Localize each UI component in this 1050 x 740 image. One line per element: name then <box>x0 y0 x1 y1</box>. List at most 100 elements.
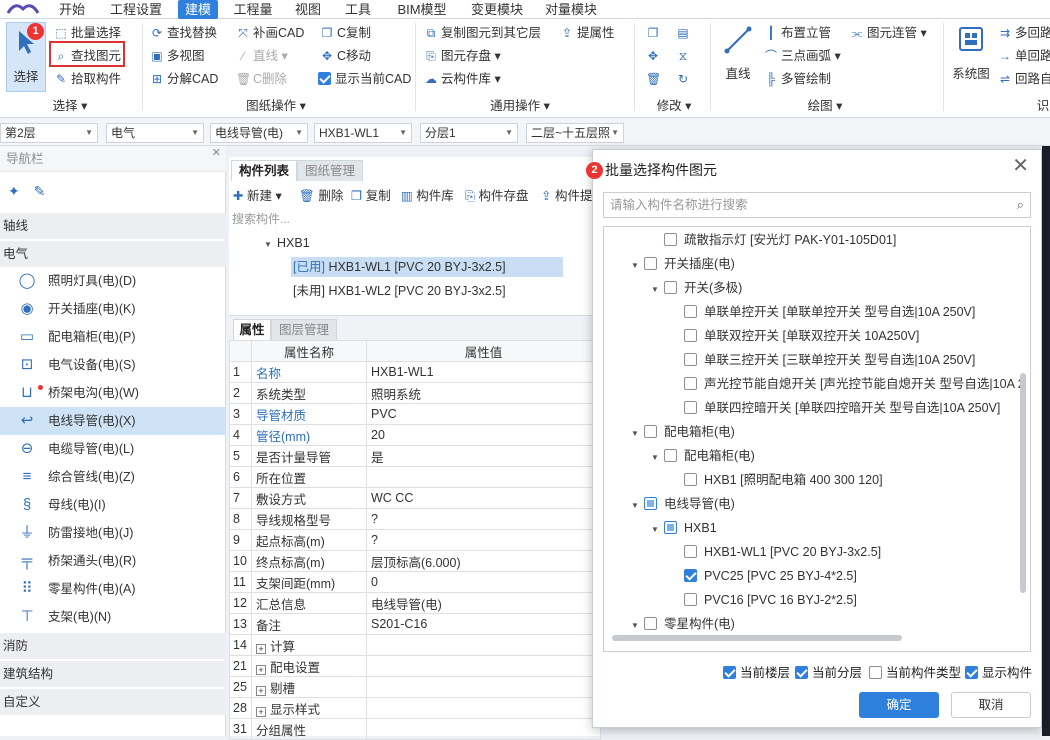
dialog-search-input[interactable]: 请输入构件名称进行搜索 ⌕ <box>603 192 1031 218</box>
tab-component-list[interactable]: 构件列表 <box>231 160 297 181</box>
patch-cad-button[interactable]: ⤧ 补画CAD <box>236 23 304 43</box>
nav-cat-axis[interactable]: 轴线 <box>0 213 226 239</box>
nav-item-lightning-ground[interactable]: ⏚ 防雷接地(电)(J) <box>0 519 226 547</box>
checkbox[interactable] <box>684 353 697 366</box>
c-copy-button[interactable]: ❐ C复制 <box>320 23 371 43</box>
table-row[interactable]: 9 起点标高(m)? <box>229 529 601 551</box>
find-element-button[interactable]: ⌕ 查找图元 <box>54 46 121 66</box>
ok-button[interactable]: 确定 <box>859 692 939 718</box>
checkbox[interactable] <box>869 666 882 679</box>
nav-cat-structure[interactable]: 建筑结构 <box>0 661 226 687</box>
nav-cat-fire[interactable]: 消防 <box>0 633 226 659</box>
group-label-common[interactable]: 通用操作 ▾ <box>480 97 560 115</box>
draw-line-big-button[interactable]: 直线 <box>718 25 758 82</box>
multi-circuit-button[interactable]: ⇉ 多回路 <box>998 23 1050 43</box>
collapse-icon[interactable]: ▼ <box>630 495 640 517</box>
tree-root[interactable]: ▼ HXB1 <box>263 233 310 253</box>
expand-icon[interactable]: + <box>256 685 266 696</box>
collapse-icon[interactable]: ▼ <box>630 615 640 637</box>
nav-item-electric-device[interactable]: ⊡ 电气设备(电)(S) <box>0 351 226 379</box>
horizontal-scrollbar[interactable] <box>612 635 902 641</box>
tab-drawing-management[interactable]: 图纸管理 <box>297 160 363 181</box>
straight-line-button[interactable]: ∕ 直线 ▾ <box>236 46 288 66</box>
table-row[interactable]: 31 分组属性 <box>229 718 601 740</box>
menu-start[interactable]: 开始 <box>52 0 92 19</box>
group-label-modify[interactable]: 修改 ▾ <box>644 97 704 115</box>
modify-doc-button[interactable]: ▤ <box>676 23 693 43</box>
table-row[interactable]: 12 汇总信息 电线导管(电) <box>229 592 601 614</box>
batch-select-button[interactable]: ⬚ 批量选择 <box>54 23 121 43</box>
table-row[interactable]: 10 终点标高(m) 层顶标高(6.000) <box>229 550 601 572</box>
nav-item-lighting[interactable]: ◯ 照明灯具(电)(D) <box>0 267 226 295</box>
nav-cat-custom[interactable]: 自定义 <box>0 689 226 715</box>
checkbox-checked[interactable] <box>684 569 697 582</box>
multi-pipe-draw-button[interactable]: ╠ 多管绘制 <box>764 69 831 89</box>
table-row[interactable]: 4 管径(mm) 20 <box>229 424 601 446</box>
close-icon[interactable]: ✕ <box>1012 156 1029 176</box>
menu-view[interactable]: 视图 <box>290 0 326 19</box>
pick-component-button[interactable]: ✎ 拾取构件 <box>54 69 121 89</box>
table-row[interactable]: 14 + 计算 <box>229 634 601 656</box>
option-current-sublayer[interactable]: 当前分层 <box>795 664 862 682</box>
group-label-recognize[interactable]: 识 <box>1036 97 1050 115</box>
menu-bim-model[interactable]: BIM模型 <box>390 0 454 19</box>
discipline-select[interactable]: 电气 ▼ <box>106 123 204 143</box>
floor-select[interactable]: 第2层 ▼ <box>0 123 98 143</box>
floor-range-select[interactable]: 二层~十五层照 ▼ <box>526 123 624 143</box>
nav-item-switch-socket[interactable]: ◉ 开关插座(电)(K) <box>0 295 226 323</box>
table-row[interactable]: 6 所在位置 <box>229 466 601 488</box>
collapse-icon[interactable]: ▼ <box>630 255 640 277</box>
menu-project-settings[interactable]: 工程设置 <box>104 0 168 19</box>
single-circuit-button[interactable]: → 单回路 <box>998 46 1050 66</box>
checkbox-partial[interactable] <box>664 521 677 534</box>
nav-item-tray-tee[interactable]: ╤ 桥架通头(电)(R) <box>0 547 226 575</box>
tree-node[interactable]: ▼ 零星构件(电) <box>630 613 735 635</box>
checkbox[interactable] <box>684 329 697 342</box>
cancel-button[interactable]: 取消 <box>951 692 1031 718</box>
edit-icon[interactable]: ✎ <box>34 183 46 199</box>
find-replace-button[interactable]: ⟳ 查找替换 <box>150 23 217 43</box>
multi-view-button[interactable]: ▣ 多视图 <box>150 46 204 66</box>
nav-item-busbar[interactable]: § 母线(电)(I) <box>0 491 226 519</box>
checkbox[interactable] <box>644 425 657 438</box>
component-search-input[interactable]: 搜索构件... <box>232 210 290 227</box>
checkbox[interactable] <box>684 401 697 414</box>
menu-change-module[interactable]: 变更模块 <box>466 0 528 19</box>
option-current-floor[interactable]: 当前楼层 <box>723 664 790 682</box>
menu-reconcile-module[interactable]: 对量模块 <box>540 0 602 19</box>
nav-item-cable-conduit[interactable]: ⊖ 电缆导管(电)(L) <box>0 435 226 463</box>
tree-node[interactable]: ▼ 开关插座(电) <box>630 253 735 275</box>
checkbox[interactable] <box>664 233 677 246</box>
checkbox[interactable] <box>684 545 697 558</box>
sublayer-select[interactable]: 分层1 ▼ <box>420 123 518 143</box>
nav-item-wire-conduit[interactable]: ↩ 电线导管(电)(X) <box>0 407 226 435</box>
checkbox-checked[interactable] <box>965 666 978 679</box>
element-save-button[interactable]: ⎘ 图元存盘 ▾ <box>424 46 501 66</box>
tree-node[interactable]: HXB1 [照明配电箱 400 300 120] <box>684 469 883 491</box>
checkbox[interactable] <box>644 257 657 270</box>
nav-item-distribution-box[interactable]: ▭ 配电箱柜(电)(P) <box>0 323 226 351</box>
table-row[interactable]: 28 + 显示样式 <box>229 697 601 719</box>
tree-node[interactable]: PVC25 [PVC 25 BYJ-4*2.5] <box>684 565 857 587</box>
group-label-select[interactable]: 选择 ▾ <box>40 97 100 115</box>
nav-item-integrated-pipeline[interactable]: ≡ 综合管线(电)(Z) <box>0 463 226 491</box>
component-save-button[interactable]: ⎘ 构件存盘 <box>465 185 529 207</box>
tree-node[interactable]: 单联四控暗开关 [单联四控暗开关 型号自选|10A 250V] <box>684 397 1000 419</box>
tree-node[interactable]: 单联单控开关 [单联单控开关 型号自选|10A 250V] <box>684 301 975 323</box>
expand-icon[interactable]: + <box>256 706 266 717</box>
show-current-cad-toggle[interactable]: 显示当前CAD <box>318 69 411 89</box>
group-label-draw[interactable]: 绘图 ▾ <box>790 97 860 115</box>
tree-node[interactable]: ▼ 配电箱柜(电) <box>650 445 755 467</box>
checkbox[interactable] <box>684 593 697 606</box>
copy-to-other-layer-button[interactable]: ⧉ 复制图元到其它层 <box>424 23 541 43</box>
drawing-canvas[interactable] <box>1042 146 1050 736</box>
table-row[interactable]: 8 导线规格型号? <box>229 508 601 530</box>
cloud-library-button[interactable]: ☁ 云构件库 ▾ <box>424 69 501 89</box>
circuit-auto-button[interactable]: ⇌ 回路自 <box>998 69 1050 89</box>
tree-node[interactable]: 单联双控开关 [单联双控开关 10A250V] <box>684 325 919 347</box>
tree-node[interactable]: ▼ 开关(多极) <box>650 277 742 299</box>
checkbox[interactable] <box>664 281 677 294</box>
checkbox-partial[interactable] <box>644 497 657 510</box>
collapse-icon[interactable]: ▼ <box>263 235 273 255</box>
search-icon[interactable]: ⌕ <box>1017 193 1024 217</box>
